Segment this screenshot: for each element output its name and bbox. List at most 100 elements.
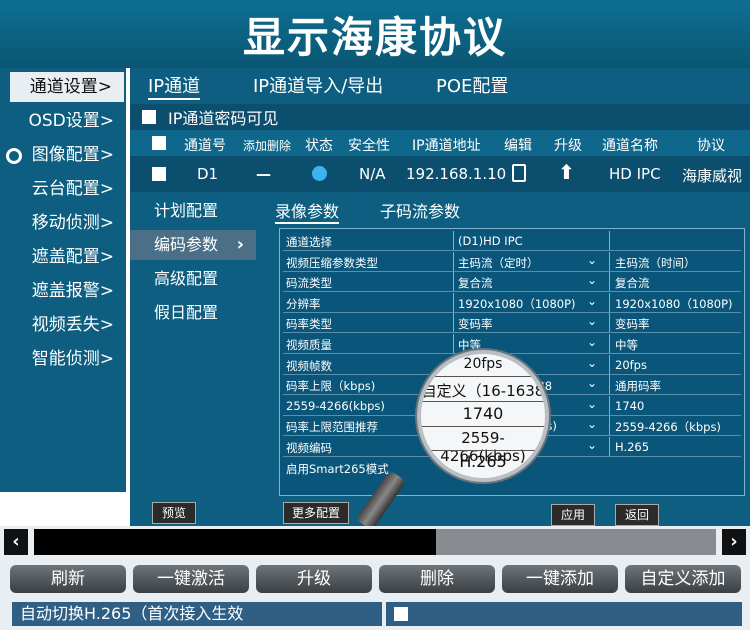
param-label: 分辨率 [286,296,321,311]
magnifier-codec: H.265 [459,452,507,471]
param-label: 2559-4266(kbps) [286,398,385,413]
page-title: 显示海康协议 [0,0,750,68]
param-separator [453,231,454,251]
param-label: 视频编码 [286,441,332,455]
magnifier-divider [421,376,545,377]
one-key-add-button[interactable]: 一键添加 [502,565,618,593]
edit-icon[interactable] [512,164,526,182]
preview-button[interactable]: 预览 [152,502,196,524]
param-separator [453,313,454,334]
param-row: 通道选择 (D1)HD IPC [283,231,741,251]
tab-substream-params[interactable]: 子码流参数 [380,198,460,222]
scroll-track[interactable] [34,529,716,555]
apply-button[interactable]: 应用 [551,504,595,526]
param-main-value[interactable]: 复合流 [458,275,493,291]
more-config-button[interactable]: 更多配置 [283,502,349,524]
nav-item-label: 云台配置> [31,179,114,199]
chevron-down-icon[interactable]: ⌄ [587,438,597,452]
param-main-value[interactable]: 变码率 [458,316,493,332]
param-row: 视频压缩参数类型 主码流（定时） ⌄ 主码流（时间） [283,251,741,272]
header-upgrade: 升级 [554,138,582,154]
param-separator [453,334,454,354]
header-ip-address: IP通道地址 [412,138,481,154]
nav-item-label: 遮盖配置> [31,247,114,267]
nav-item-motion-detect[interactable]: 移动侦测> [0,208,126,238]
param-separator [609,354,610,375]
nav-item-mask-alarm[interactable]: 遮盖报警> [0,276,126,306]
nav-item-label: 视频丢失> [31,315,114,335]
magnifier-divider [421,401,545,402]
delete-button[interactable]: — [256,165,271,183]
param-sub-value: 1740 [615,398,645,413]
chevron-down-icon[interactable]: ⌄ [587,314,597,328]
param-sub-value: 复合流 [615,276,650,291]
password-visible-checkbox[interactable] [142,110,156,124]
param-separator [609,272,610,293]
tab-ip-import-export[interactable]: IP通道导入/导出 [253,72,383,98]
sub-nav-advanced[interactable]: 高级配置 [130,264,256,294]
param-sub-value: 主码流（时间） [615,255,696,270]
param-sub-value: 中等 [615,338,638,352]
tab-record-params[interactable]: 录像参数 [275,198,340,224]
header-security: 安全性 [348,138,390,154]
custom-add-button[interactable]: 自定义添加 [625,565,741,593]
chevron-down-icon[interactable]: ⌄ [587,356,597,370]
chevron-down-icon[interactable]: ⌄ [587,376,597,390]
nav-item-label: 通道设置> [29,77,112,97]
back-button[interactable]: 返回 [615,504,659,526]
upgrade-button[interactable]: 升级 [256,565,372,593]
header-protocol: 协议 [697,138,725,154]
sub-nav-encoding[interactable]: 编码参数 › [130,230,256,260]
chevron-down-icon[interactable]: ⌄ [587,335,597,349]
scroll-thumb[interactable] [34,529,437,555]
sub-nav-schedule[interactable]: 计划配置 [130,196,256,226]
param-row: 码流类型 复合流 ⌄ 复合流 [283,272,741,293]
nav-item-ptz-config[interactable]: 云台配置> [0,174,126,204]
param-sub-value: 20fps [615,357,647,372]
magnifier-fps: 20fps [463,356,503,372]
scroll-row: ‹ › [0,526,750,560]
auto-switch-checkbox[interactable] [394,607,408,621]
nav-item-mask-config[interactable]: 遮盖配置> [0,242,126,272]
upgrade-arrow-icon[interactable]: ⬆ [558,160,575,184]
param-separator [453,251,454,272]
tab-ip-channel[interactable]: IP通道 [148,72,201,100]
delete-action-button[interactable]: 删除 [379,565,495,593]
one-key-activate-button[interactable]: 一键激活 [133,565,249,593]
param-row: 分辨率 1920x1080（1080P) ⌄ 1920x1080（1080P) [283,292,741,313]
tab-poe-config[interactable]: POE配置 [436,72,508,98]
password-visible-label: IP通道密码可见 [168,109,279,128]
param-sub-value: 变码率 [615,317,650,332]
sub-nav-holiday[interactable]: 假日配置 [130,298,256,328]
left-nav: 通道设置> OSD设置> 图像配置> 云台配置> 移动侦测> 遮盖配置> 遮盖报… [0,68,126,492]
refresh-button[interactable]: 刷新 [10,565,126,593]
select-all-checkbox[interactable] [152,136,166,150]
header-status: 状态 [305,138,333,154]
scroll-right-button[interactable]: › [722,529,746,555]
chevron-down-icon[interactable]: ⌄ [587,273,597,287]
channel-row[interactable]: D1 — N/A 192.168.1.10 ⬆ HD IPC 海康威视 [130,156,750,192]
param-label: 码率类型 [286,317,332,332]
nav-item-channel-settings[interactable]: 通道设置> [10,72,124,102]
param-row: 视频质量 中等 ⌄ 中等 [283,334,741,354]
nav-item-smart-detect[interactable]: 智能侦测> [0,344,126,374]
chevron-down-icon[interactable]: ⌄ [587,397,597,411]
nav-item-image-config[interactable]: 图像配置> [0,140,126,170]
param-separator [609,313,610,334]
param-main-value[interactable]: 1920x1080（1080P) [458,296,576,312]
chevron-down-icon[interactable]: ⌄ [587,294,597,308]
param-separator [609,251,610,272]
scroll-left-button[interactable]: ‹ [4,529,28,555]
nav-item-osd-settings[interactable]: OSD设置> [0,106,126,136]
param-sub-value: H.265 [615,440,650,454]
param-main-value[interactable]: 主码流（定时） [458,255,539,271]
nav-item-label: 遮盖报警> [31,281,114,301]
nav-item-video-loss[interactable]: 视频丢失> [0,310,126,340]
nav-item-label: 移动侦测> [31,213,114,233]
param-separator [609,395,610,416]
row-checkbox[interactable] [152,167,166,181]
chevron-right-icon: › [236,234,244,255]
action-bar: 刷新 一键激活 升级 删除 一键添加 自定义添加 [0,560,750,598]
chevron-down-icon[interactable]: ⌄ [587,417,597,431]
chevron-down-icon[interactable]: ⌄ [587,253,597,267]
